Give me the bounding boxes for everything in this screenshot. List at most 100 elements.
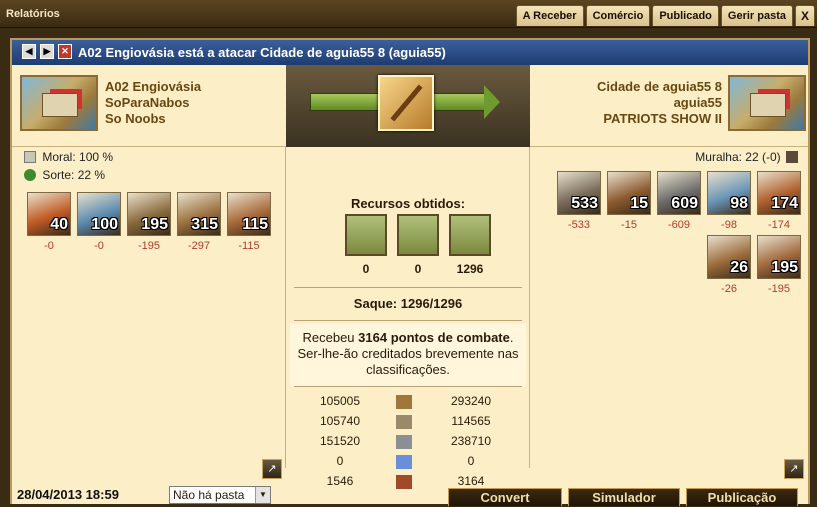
report-title: A02 Engiovásia está a atacar Cidade de a… [78, 45, 446, 60]
divider [294, 320, 522, 321]
attacker-stat-value: 105005 [319, 394, 361, 408]
divider [294, 287, 522, 288]
tab-comercio[interactable]: Comércio [585, 5, 651, 26]
slinger-icon[interactable]: 26 [707, 235, 751, 279]
luck-label: Sorte: 22 % [42, 168, 106, 182]
stone-icon [396, 415, 412, 429]
stats-row: 151520 238710 [286, 434, 530, 453]
result-column: Recursos obtidos: 0 0 1296 Saque: 1296/1… [286, 147, 530, 489]
defender-stat-value: 238710 [450, 434, 492, 448]
stats-row: 105740 114565 [286, 414, 530, 433]
unit-loss: -609 [667, 219, 691, 231]
attacker-alliance-link[interactable]: So Noobs [105, 111, 166, 127]
attacker-panel: A02 Engiovásia SoParaNabos So Noobs [12, 65, 286, 147]
delete-report-button[interactable]: ✕ [58, 44, 72, 59]
attacker-stat-value: 0 [336, 454, 344, 468]
convert-button[interactable]: Convert [448, 488, 562, 506]
next-report-button[interactable]: ▶ [40, 44, 54, 59]
swordsman-icon[interactable]: 115 [227, 192, 271, 236]
stats-row: 105005 293240 [286, 394, 530, 413]
attacker-city-image[interactable] [20, 75, 98, 131]
resources-title: Recursos obtidos: [350, 196, 466, 211]
publish-button[interactable]: Publicação [686, 488, 798, 506]
swordsman-icon[interactable]: 15 [607, 171, 651, 215]
tab-gerir-pasta[interactable]: Gerir pasta [720, 5, 793, 26]
tab-bar: A Receber Comércio Publicado Gerir pasta… [515, 5, 815, 26]
favor-icon [396, 455, 412, 469]
unit-loss: -26 [721, 283, 737, 295]
unit-count: 26 [730, 259, 748, 276]
silver-icon [396, 435, 412, 449]
wall-label: Muralha: 22 (-0) [695, 150, 781, 164]
transport-boat-icon[interactable]: 100 [77, 192, 121, 236]
fire-ship-icon[interactable]: 40 [27, 192, 71, 236]
unit-count: 40 [50, 216, 68, 233]
attacker-city-link[interactable]: A02 Engiovásia [105, 79, 201, 95]
unit-count: 115 [242, 216, 268, 233]
battle-banner [286, 65, 530, 147]
attacker-column: Moral: 100 % Sorte: 22 % 40 -0 100 -0 195 -19… [12, 147, 286, 468]
stats-row: 00 [286, 454, 530, 473]
silver-icon [449, 214, 491, 256]
stone-loot-value: 0 [414, 262, 422, 276]
unit-count: 533 [571, 195, 598, 212]
tab-publicado[interactable]: Publicado [652, 5, 719, 26]
moral-stat: Moral: 100 % [24, 150, 113, 164]
clover-icon [24, 169, 36, 181]
hoplite-icon[interactable]: 195 [127, 192, 171, 236]
folder-select-value: Não há pasta [173, 488, 245, 502]
points-prefix: Recebeu [302, 330, 359, 345]
unit-loss: -115 [238, 240, 260, 252]
fire-ship-icon[interactable]: 174 [757, 171, 801, 215]
unit-loss: -98 [721, 219, 737, 231]
unit-loss: -15 [621, 219, 637, 231]
archer-icon[interactable]: 533 [557, 171, 601, 215]
chevron-down-icon[interactable]: ▼ [255, 487, 270, 503]
attacker-player-link[interactable]: SoParaNabos [105, 95, 190, 111]
unit-count: 609 [671, 195, 698, 212]
defender-stat-value: 114565 [451, 414, 491, 428]
window-title: Relatórios [6, 8, 60, 20]
swordsman-icon[interactable]: 195 [757, 235, 801, 279]
window-titlebar: Relatórios A Receber Comércio Publicado … [0, 0, 817, 28]
unit-loss: -0 [44, 240, 54, 252]
report-date: 28/04/2013 18:59 [17, 487, 119, 502]
hoplite-icon[interactable]: 609 [657, 171, 701, 215]
defender-city-link[interactable]: Cidade de aguia55 8 [597, 79, 722, 95]
wall-icon [786, 151, 798, 163]
unit-count: 195 [771, 259, 798, 276]
divider [294, 386, 522, 387]
points-value: 3164 pontos de combate [358, 330, 510, 345]
tab-a-receber[interactable]: A Receber [515, 5, 584, 26]
defender-alliance-link[interactable]: PATRIOTS SHOW II [603, 111, 722, 127]
report-frame: ◀ ▶ ✕ A02 Engiovásia está a atacar Cidad… [10, 38, 810, 504]
unit-loss: -195 [767, 283, 791, 295]
report-footer: 28/04/2013 18:59 Não há pasta ▼ Convert … [12, 484, 810, 506]
close-window-button[interactable]: X [795, 5, 815, 26]
attack-arrowhead-icon [484, 85, 500, 119]
slinger-icon[interactable]: 315 [177, 192, 221, 236]
share-defender-button[interactable]: ↗ [784, 459, 804, 479]
wood-icon [345, 214, 387, 256]
wall-stat: Muralha: 22 (-0) [695, 150, 798, 164]
unit-loss: -297 [187, 240, 211, 252]
share-attacker-button[interactable]: ↗ [262, 459, 282, 479]
defender-panel: Cidade de aguia55 8 aguia55 PATRIOTS SHO… [530, 65, 808, 147]
combat-points-message: Recebeu 3164 pontos de combate. Ser-lhe-… [290, 324, 526, 386]
moral-icon [24, 151, 36, 163]
unit-count: 98 [730, 195, 748, 212]
defender-city-image[interactable] [728, 75, 806, 131]
transport-boat-icon[interactable]: 98 [707, 171, 751, 215]
simulator-button[interactable]: Simulador [568, 488, 680, 506]
silver-loot-value: 1296 [456, 262, 484, 276]
unit-loss: -0 [94, 240, 104, 252]
defender-player-link[interactable]: aguia55 [674, 95, 722, 111]
folder-select[interactable]: Não há pasta ▼ [169, 486, 271, 504]
prev-report-button[interactable]: ◀ [22, 44, 36, 59]
wood-icon [396, 395, 412, 409]
report-header: ◀ ▶ ✕ A02 Engiovásia está a atacar Cidad… [12, 40, 808, 65]
unit-count: 15 [630, 195, 648, 212]
moral-label: Moral: 100 % [42, 150, 114, 164]
unit-loss: -195 [137, 240, 161, 252]
defender-column: Muralha: 22 (-0) 533 -533 15 -15 609 -609 98 -9… [530, 147, 808, 468]
